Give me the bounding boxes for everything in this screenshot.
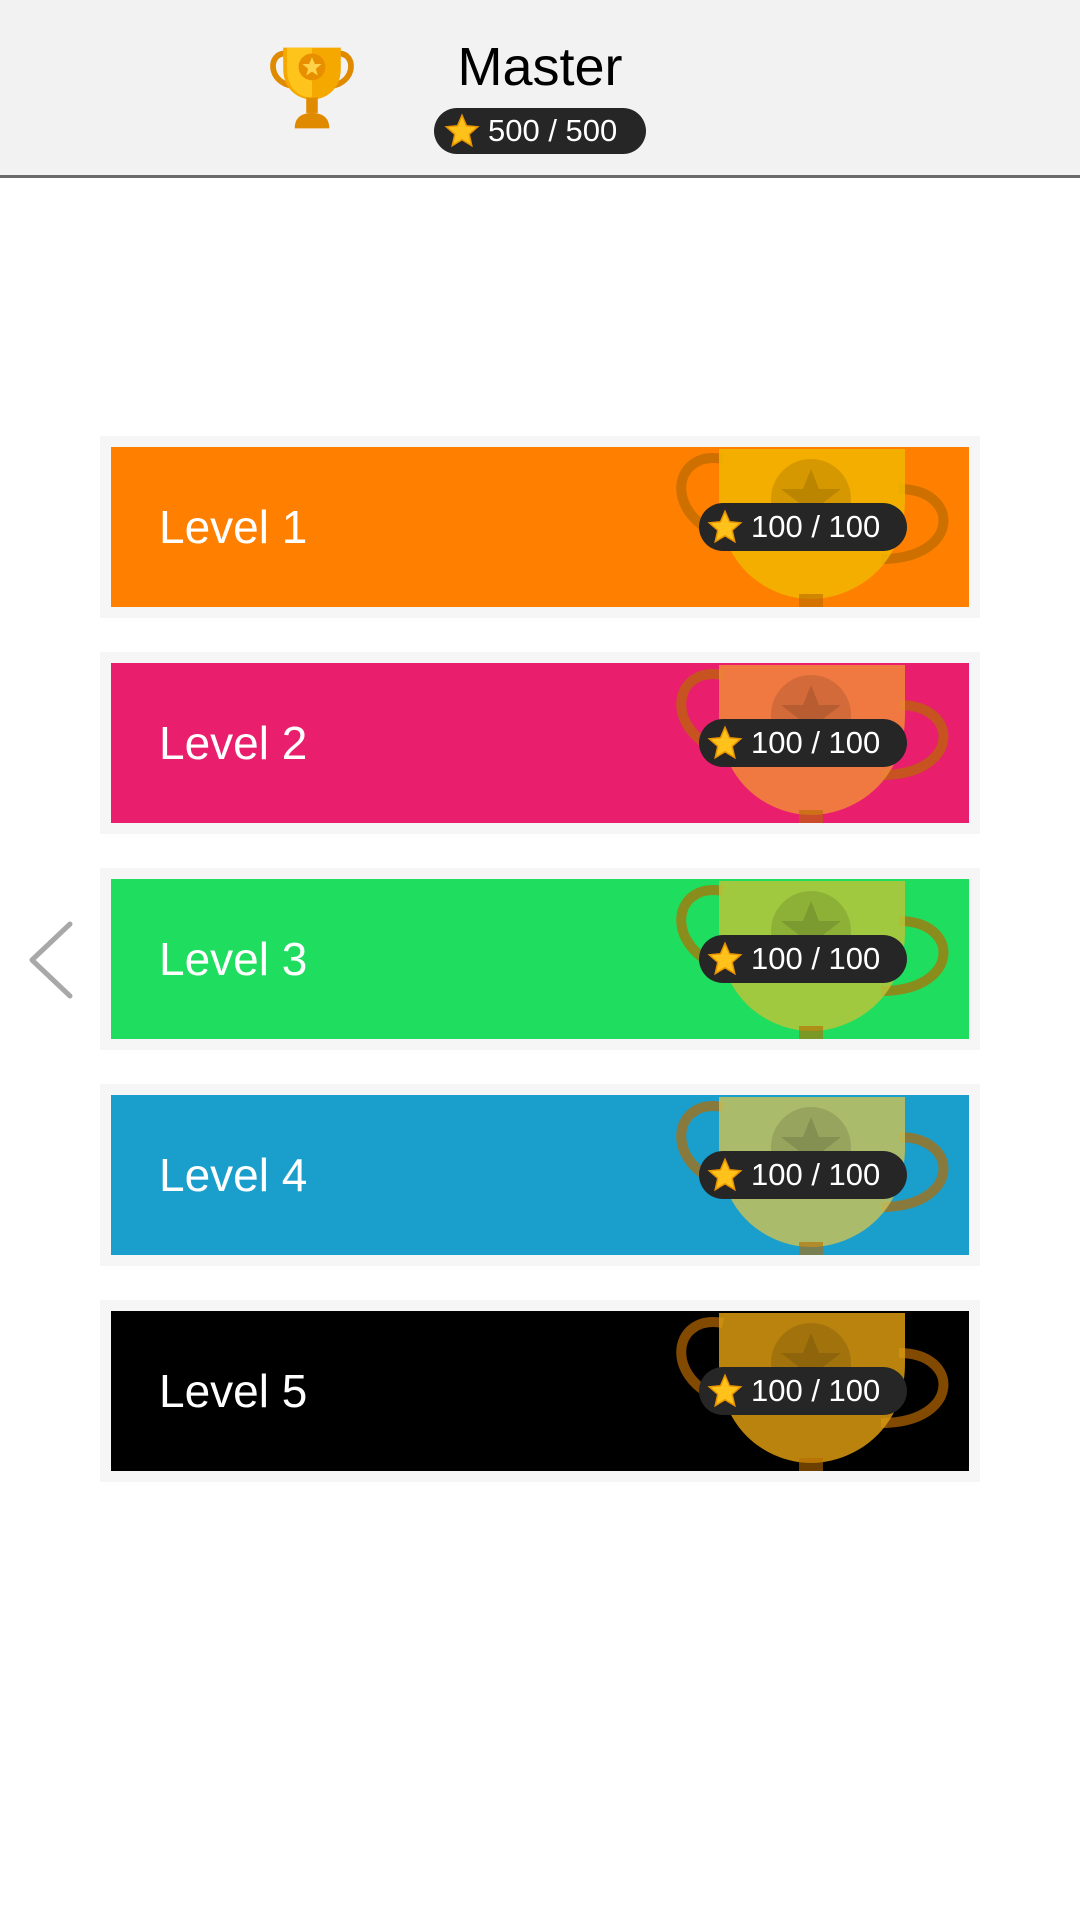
level-card[interactable]: Level 2 100 / 100 [100,652,980,834]
level-label: Level 4 [159,1149,308,1201]
level-card[interactable]: Level 3 100 / 100 [100,868,980,1050]
level-card[interactable]: Level 5 100 / 100 [100,1300,980,1482]
total-stars-badge: 500 / 500 [434,108,646,154]
level-card[interactable]: Level 1 100 / 100 [100,436,980,618]
level-card-body[interactable]: Level 3 100 / 100 [111,879,969,1039]
level-stars-text: 100 / 100 [751,509,881,544]
level-card-body[interactable]: Level 1 100 / 100 [111,447,969,607]
page-title: Master [457,37,623,97]
star-icon [707,1373,743,1408]
level-card-body[interactable]: Level 2 100 / 100 [111,663,969,823]
level-stars-text: 100 / 100 [751,1157,881,1192]
level-stars-text: 100 / 100 [751,1373,881,1408]
level-card-body[interactable]: Level 4 100 / 100 [111,1095,969,1255]
level-stars-badge: 100 / 100 [699,1367,907,1415]
level-card[interactable]: Level 4 100 / 100 [100,1084,980,1266]
level-stars-badge: 100 / 100 [699,719,907,767]
level-stars-text: 100 / 100 [751,725,881,760]
level-stars-badge: 100 / 100 [699,1151,907,1199]
star-icon [707,1157,743,1192]
level-label: Level 1 [159,501,308,553]
header-bar: Master 500 / 500 [0,0,1080,178]
level-stars-badge: 100 / 100 [699,503,907,551]
level-label: Level 2 [159,717,308,769]
chevron-left-icon[interactable] [24,918,80,1002]
level-stars-badge: 100 / 100 [699,935,907,983]
star-icon [707,509,743,544]
star-icon [707,941,743,976]
star-icon [707,725,743,760]
level-label: Level 5 [159,1365,308,1417]
level-stars-text: 100 / 100 [751,941,881,976]
star-icon [444,113,480,148]
level-card-body[interactable]: Level 5 100 / 100 [111,1311,969,1471]
total-stars-text: 500 / 500 [488,113,618,148]
level-label: Level 3 [159,933,308,985]
